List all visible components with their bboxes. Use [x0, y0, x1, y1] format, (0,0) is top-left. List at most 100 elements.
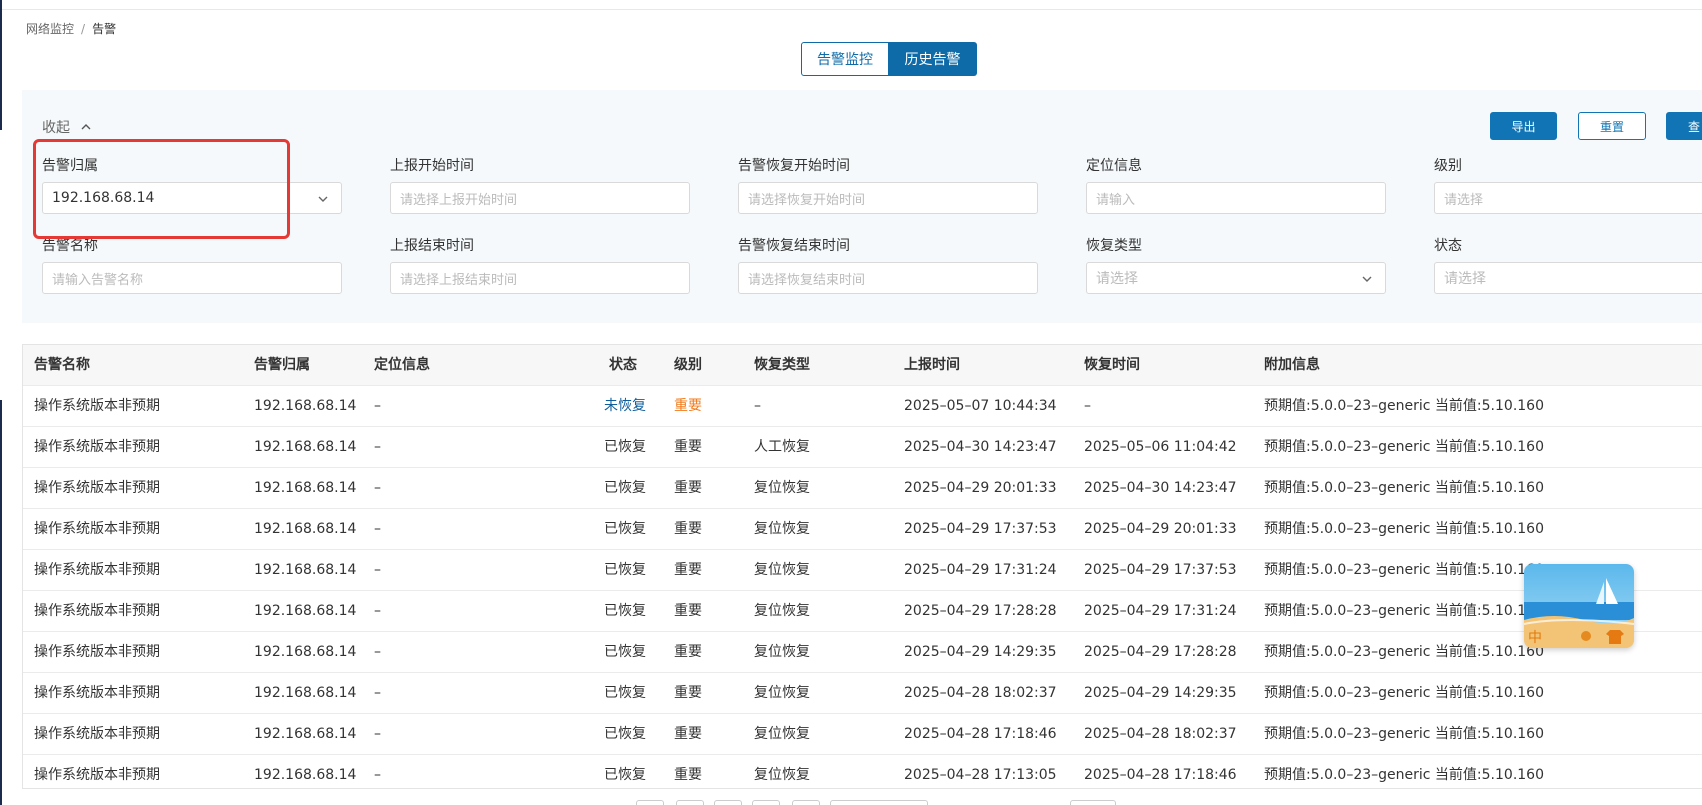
col-recover-time[interactable]: 恢复时间	[1084, 345, 1140, 385]
cell-recover-time: 2025–04–29 17:37:53	[1084, 562, 1237, 578]
table-row[interactable]: 操作系统版本非预期 192.168.68.14 – 已恢复 重要 复位恢复 2025–04–…	[23, 673, 1702, 714]
cell-alarm-name: 操作系统版本非预期	[34, 726, 160, 742]
table-row[interactable]: 操作系统版本非预期 192.168.68.14 – 已恢复 重要 复位恢复 2025–04–…	[23, 550, 1702, 591]
breadcrumb-parent[interactable]: 网络监控	[26, 22, 74, 36]
alarm-name-input[interactable]: 请输入告警名称	[42, 262, 342, 294]
level-placeholder: 请选择	[1444, 192, 1484, 208]
cell-extra-info: 预期值:5.0.0–23–generic 当前值:5.10.160	[1264, 480, 1544, 496]
col-report-time[interactable]: 上报时间	[904, 345, 960, 385]
cell-recover-type: –	[754, 398, 761, 414]
cell-status: 未恢复	[604, 398, 646, 414]
report-end-placeholder: 请选择上报结束时间	[400, 272, 518, 288]
cell-extra-info: 预期值:5.0.0–23–generic 当前值:5.10.160	[1264, 685, 1544, 701]
cell-extra-info: 预期值:5.0.0–23–generic 当前值:5.10.160	[1264, 439, 1544, 455]
cell-extra-info: 预期值:5.0.0–23–generic 当前值:5.10.160	[1264, 562, 1544, 578]
cell-extra-info: 预期值:5.0.0–23–generic 当前值:5.10.160	[1264, 398, 1544, 414]
cell-status: 已恢复	[604, 685, 646, 701]
cell-alarm-name: 操作系统版本非预期	[34, 521, 160, 537]
collapse-toggle[interactable]: 收起	[42, 117, 92, 137]
pager-btn-2[interactable]	[676, 800, 704, 805]
cell-report-time: 2025–04–30 14:23:47	[904, 439, 1057, 455]
cell-location: –	[374, 726, 381, 742]
table-row[interactable]: 操作系统版本非预期 192.168.68.14 – 已恢复 重要 人工恢复 2025–04–…	[23, 427, 1702, 468]
level-label: 级别	[1434, 158, 1462, 174]
cell-extra-info: 预期值:5.0.0–23–generic 当前值:5.10.160	[1264, 767, 1544, 783]
table-row[interactable]: 操作系统版本非预期 192.168.68.14 – 已恢复 重要 复位恢复 2025–04–…	[23, 509, 1702, 550]
level-select[interactable]: 请选择	[1434, 182, 1702, 214]
cell-recover-type: 复位恢复	[754, 603, 810, 619]
cell-level: 重要	[674, 521, 702, 537]
cell-recover-time: 2025–04–29 17:31:24	[1084, 603, 1237, 619]
cell-status: 已恢复	[604, 767, 646, 783]
pager-btn-3[interactable]	[714, 800, 742, 805]
recover-end-placeholder: 请选择恢复结束时间	[748, 272, 866, 288]
tab-alarm-monitor[interactable]: 告警监控	[801, 42, 889, 76]
table-row[interactable]: 操作系统版本非预期 192.168.68.14 – 已恢复 重要 复位恢复 2025–04–…	[23, 755, 1702, 788]
col-level[interactable]: 级别	[674, 345, 702, 385]
cell-recover-type: 复位恢复	[754, 685, 810, 701]
status-select[interactable]: 请选择	[1434, 262, 1702, 294]
recover-type-select[interactable]: 请选择	[1086, 262, 1386, 294]
pager-jump-input[interactable]	[1070, 800, 1116, 805]
report-start-label: 上报开始时间	[390, 158, 474, 174]
recover-start-input[interactable]: 请选择恢复开始时间	[738, 182, 1038, 214]
pager-size-select[interactable]	[830, 800, 928, 805]
col-alarm-owner[interactable]: 告警归属	[254, 345, 310, 385]
alarm-name-placeholder: 请输入告警名称	[52, 272, 144, 288]
cell-recover-type: 复位恢复	[754, 480, 810, 496]
export-button[interactable]: 导出	[1490, 112, 1557, 140]
beach-widget-icon: 中	[1524, 564, 1634, 648]
table-header: 告警名称 告警归属 定位信息 状态 级别 恢复类型 上报时间 恢复时间 附加信息	[23, 345, 1702, 386]
recover-end-input[interactable]: 请选择恢复结束时间	[738, 262, 1038, 294]
col-alarm-name[interactable]: 告警名称	[34, 345, 90, 385]
cell-recover-time: 2025–04–29 14:29:35	[1084, 685, 1237, 701]
cell-alarm-name: 操作系统版本非预期	[34, 644, 160, 660]
cell-level: 重要	[674, 767, 702, 783]
cell-alarm-owner: 192.168.68.14	[254, 644, 357, 660]
col-recover-type[interactable]: 恢复类型	[754, 345, 810, 385]
cell-level: 重要	[674, 439, 702, 455]
breadcrumb-current: 告警	[92, 22, 117, 36]
table-row[interactable]: 操作系统版本非预期 192.168.68.14 – 已恢复 重要 复位恢复 2025–04–…	[23, 714, 1702, 755]
cell-status: 已恢复	[604, 521, 646, 537]
cell-status: 已恢复	[604, 726, 646, 742]
report-start-input[interactable]: 请选择上报开始时间	[390, 182, 690, 214]
floating-widget[interactable]: 中	[1524, 564, 1634, 648]
cell-report-time: 2025–04–29 17:37:53	[904, 521, 1057, 537]
chevron-up-icon	[81, 124, 91, 130]
query-button[interactable]: 查	[1666, 112, 1702, 140]
table-row[interactable]: 操作系统版本非预期 192.168.68.14 – 已恢复 重要 复位恢复 2025–04–…	[23, 591, 1702, 632]
table-row[interactable]: 操作系统版本非预期 192.168.68.14 – 未恢复 重要 – 2025–05–07 …	[23, 386, 1702, 427]
table-row[interactable]: 操作系统版本非预期 192.168.68.14 – 已恢复 重要 复位恢复 2025–04–…	[23, 632, 1702, 673]
cell-alarm-owner: 192.168.68.14	[254, 521, 357, 537]
col-location[interactable]: 定位信息	[374, 345, 430, 385]
cell-location: –	[374, 644, 381, 660]
cell-alarm-owner: 192.168.68.14	[254, 480, 357, 496]
reset-button[interactable]: 重置	[1578, 112, 1646, 140]
cell-recover-time: 2025–04–29 17:28:28	[1084, 644, 1237, 660]
cell-level: 重要	[674, 644, 702, 660]
pager-btn-4[interactable]	[752, 800, 780, 805]
table-row[interactable]: 操作系统版本非预期 192.168.68.14 – 已恢复 重要 复位恢复 2025–04–…	[23, 468, 1702, 509]
cell-alarm-name: 操作系统版本非预期	[34, 767, 160, 783]
recover-start-placeholder: 请选择恢复开始时间	[748, 192, 866, 208]
location-input[interactable]: 请输入	[1086, 182, 1386, 214]
col-extra-info[interactable]: 附加信息	[1264, 345, 1320, 385]
cell-report-time: 2025–04–28 17:13:05	[904, 767, 1057, 783]
recover-type-label: 恢复类型	[1086, 238, 1142, 254]
recover-end-label: 告警恢复结束时间	[738, 238, 850, 254]
cell-status: 已恢复	[604, 603, 646, 619]
pager-btn-1[interactable]	[636, 800, 664, 805]
cell-recover-time: 2025–04–30 14:23:47	[1084, 480, 1237, 496]
cell-location: –	[374, 521, 381, 537]
cell-alarm-owner: 192.168.68.14	[254, 398, 357, 414]
tab-history-alarm[interactable]: 历史告警	[889, 42, 977, 76]
pager-btn-5[interactable]	[792, 800, 820, 805]
cell-location: –	[374, 767, 381, 783]
cell-status: 已恢复	[604, 480, 646, 496]
report-end-input[interactable]: 请选择上报结束时间	[390, 262, 690, 294]
cell-alarm-name: 操作系统版本非预期	[34, 562, 160, 578]
col-status[interactable]: 状态	[609, 345, 637, 385]
cell-report-time: 2025–04–28 18:02:37	[904, 685, 1057, 701]
cell-level: 重要	[674, 398, 702, 414]
